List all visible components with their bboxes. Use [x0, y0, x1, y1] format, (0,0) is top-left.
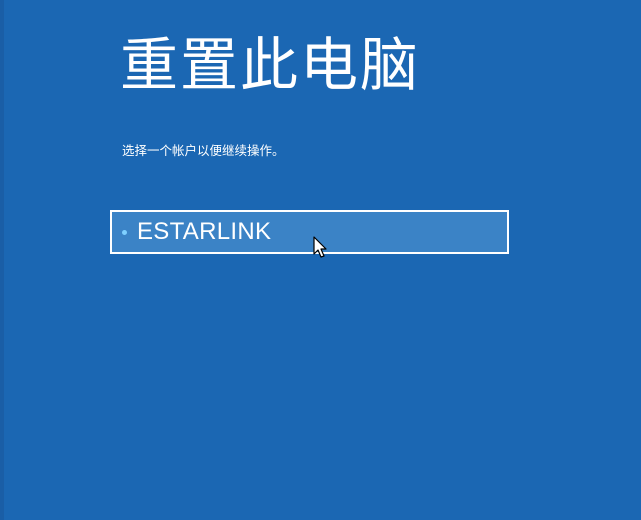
account-list: ESTARLINK — [110, 210, 509, 254]
screen-left-edge — [0, 0, 4, 520]
page-subtitle: 选择一个帐户以便继续操作。 — [122, 143, 285, 158]
mouse-pointer-icon — [313, 236, 327, 258]
page-title: 重置此电脑 — [120, 31, 421, 99]
dot-bullet-icon — [122, 230, 127, 235]
account-item-estarlink[interactable]: ESTARLINK — [110, 210, 509, 254]
account-name: ESTARLINK — [137, 218, 272, 245]
